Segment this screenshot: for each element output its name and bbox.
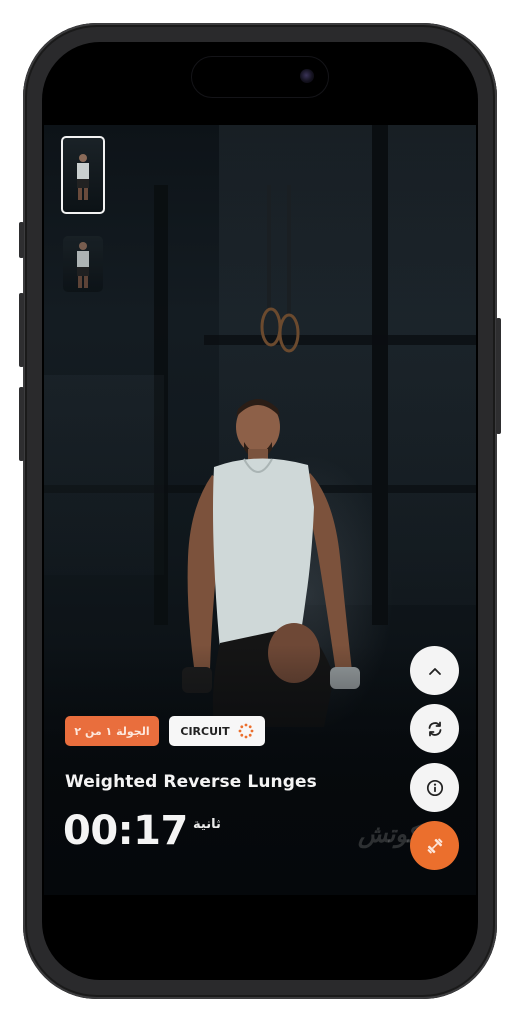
thumbnail-figure — [77, 154, 89, 200]
workout-type-label: CIRCUIT — [180, 724, 230, 738]
power-button — [496, 318, 501, 434]
equipment-button[interactable] — [410, 821, 459, 870]
gym-beam — [372, 125, 388, 625]
round-badge-label: الجولة ١ من ٢ — [74, 724, 150, 738]
playlist-thumbnail-active[interactable] — [61, 136, 105, 214]
exercise-info-button[interactable] — [410, 763, 459, 812]
gym-wall — [44, 375, 164, 575]
gym-beam — [204, 335, 476, 345]
front-camera-icon — [300, 69, 314, 83]
playlist-thumbnail[interactable] — [63, 236, 103, 292]
volume-down-button — [19, 387, 24, 461]
thumbnail-figure — [77, 242, 89, 288]
refresh-icon — [428, 721, 441, 736]
volume-up-button — [19, 293, 24, 367]
expand-up-button[interactable] — [410, 646, 459, 695]
chevron-up-icon — [428, 667, 441, 675]
workout-type-badge: CIRCUIT — [169, 716, 265, 746]
round-badge: الجولة ١ من ٢ — [65, 716, 159, 746]
dumbbell-icon — [427, 838, 442, 853]
exercise-timer: 00:17 — [63, 808, 188, 854]
circuit-icon — [238, 723, 254, 739]
exercise-title: Weighted Reverse Lunges — [65, 772, 317, 792]
swap-exercise-button[interactable] — [410, 704, 459, 753]
action-button — [19, 222, 24, 258]
timer-unit-label: ثانية — [193, 817, 221, 832]
info-icon — [426, 779, 443, 796]
gym-rings — [260, 185, 300, 353]
video-bottom-shade — [44, 645, 476, 895]
